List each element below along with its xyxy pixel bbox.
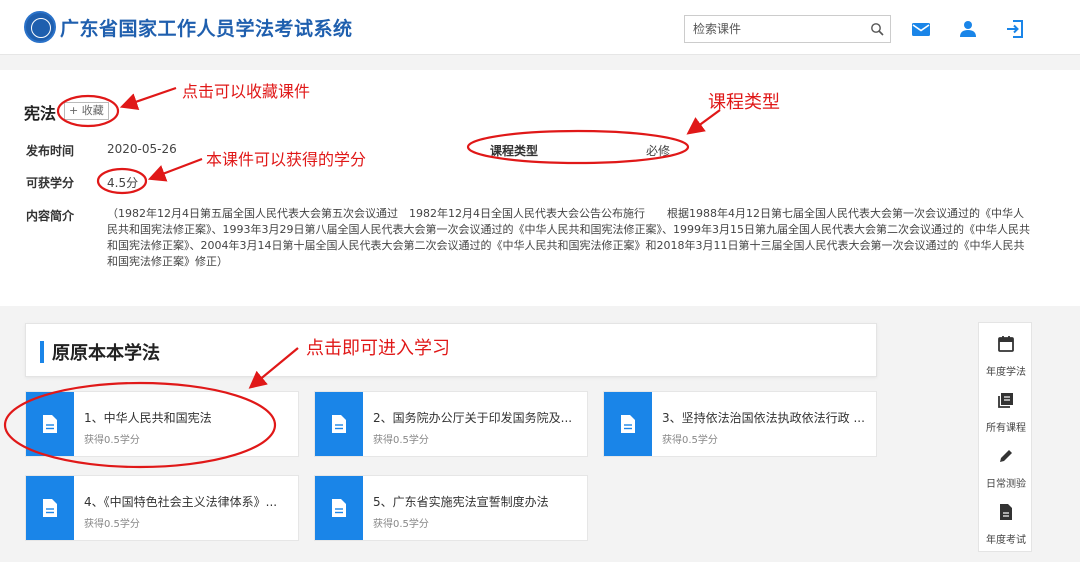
card-title: 1、中华人民共和国宪法	[84, 411, 212, 425]
intro-text: （1982年12月4日第五届全国人民代表大会第五次会议通过 1982年12月4日…	[107, 207, 1030, 268]
top-header: 广东省国家工作人员学法考试系统	[0, 0, 1080, 55]
course-info-panel: 宪法 + 收藏 发布时间 2020-05-26 课程类型 必修 可获学分 4.5…	[0, 70, 1080, 306]
side-nav-label: 所有课程	[986, 423, 1026, 434]
course-card-3[interactable]: 3、坚持依法治国依法执政依法行政 ... 获得0.5学分	[603, 391, 877, 457]
publish-date-label: 发布时间	[26, 144, 75, 158]
course-type-value: 必修	[646, 144, 671, 158]
section-header: 原原本本学法	[25, 323, 877, 377]
favorite-button[interactable]: + 收藏	[64, 102, 109, 120]
section-accent-bar	[40, 341, 44, 363]
card-title: 4、《中国特色社会主义法律体系》...	[84, 495, 278, 509]
card-credit: 获得0.5学分	[84, 435, 140, 446]
side-nav-label: 年度考试	[986, 535, 1026, 546]
course-title: 宪法	[24, 104, 57, 123]
user-icon[interactable]	[957, 18, 979, 40]
search-input[interactable]	[685, 16, 865, 42]
card-credit: 获得0.5学分	[662, 435, 718, 446]
card-credit: 获得0.5学分	[373, 519, 429, 530]
side-nav-daily-quiz[interactable]: 日常测验	[979, 439, 1033, 495]
search-icon[interactable]	[870, 22, 884, 36]
document-icon	[315, 476, 363, 540]
mail-icon[interactable]	[910, 18, 932, 40]
publish-date-value: 2020-05-26	[107, 142, 177, 156]
section-title: 原原本本学法	[52, 343, 160, 364]
document-icon	[604, 392, 652, 456]
intro-label: 内容简介	[26, 209, 75, 223]
card-title: 2、国务院办公厅关于印发国务院及...	[373, 411, 573, 425]
library-icon	[998, 393, 1013, 408]
logout-icon[interactable]	[1004, 18, 1026, 40]
site-title: 广东省国家工作人员学法考试系统	[60, 18, 353, 40]
side-nav-annual-study[interactable]: 年度学法	[979, 327, 1033, 383]
course-card-4[interactable]: 4、《中国特色社会主义法律体系》... 获得0.5学分	[25, 475, 299, 541]
card-credit: 获得0.5学分	[84, 519, 140, 530]
course-card-2[interactable]: 2、国务院办公厅关于印发国务院及... 获得0.5学分	[314, 391, 588, 457]
logo-emblem-icon	[24, 11, 56, 43]
annotation-enter-study: 点击即可进入学习	[306, 338, 450, 359]
pencil-icon	[1000, 450, 1012, 462]
credit-value: 4.5分	[107, 176, 139, 190]
side-nav-label: 日常测验	[986, 479, 1026, 490]
course-type-label: 课程类型	[490, 144, 539, 158]
search-box	[684, 15, 891, 43]
document-icon	[26, 476, 74, 540]
annotation-course-type: 课程类型	[708, 92, 780, 113]
side-nav-all-courses[interactable]: 所有课程	[979, 383, 1033, 439]
side-nav-label: 年度学法	[986, 367, 1026, 378]
card-credit: 获得0.5学分	[373, 435, 429, 446]
annotation-favorite: 点击可以收藏课件	[182, 82, 311, 101]
card-title: 3、坚持依法治国依法执政依法行政 ...	[662, 411, 865, 425]
course-card-5[interactable]: 5、广东省实施宪法宣誓制度办法 获得0.5学分	[314, 475, 588, 541]
side-nav: 年度学法 所有课程 日常测验 年度考试	[978, 322, 1032, 552]
calendar-icon	[998, 336, 1014, 352]
credit-label: 可获学分	[26, 176, 75, 190]
card-title: 5、广东省实施宪法宣誓制度办法	[373, 495, 549, 509]
document-icon	[26, 392, 74, 456]
document-icon	[1000, 504, 1012, 520]
side-nav-annual-exam[interactable]: 年度考试	[979, 495, 1033, 551]
course-card-1[interactable]: 1、中华人民共和国宪法 获得0.5学分	[25, 391, 299, 457]
annotation-credit: 本课件可以获得的学分	[206, 150, 367, 169]
document-icon	[315, 392, 363, 456]
